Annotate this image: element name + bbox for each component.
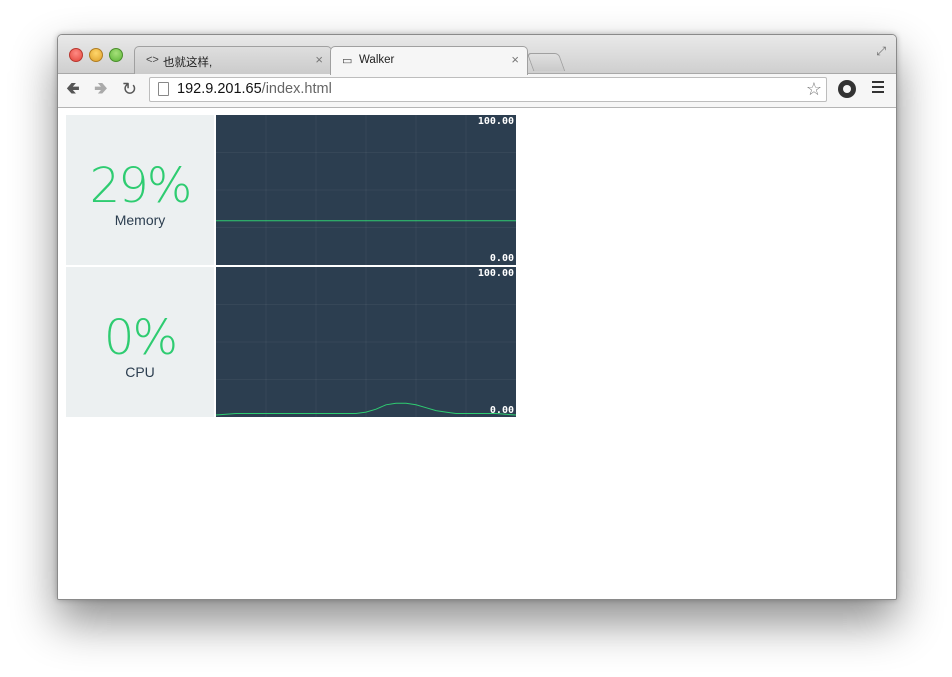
menu-icon[interactable] [872, 81, 884, 96]
page-content: 29% Memory 100.00 0.00 0% CPU 100.00 0.0… [58, 108, 896, 599]
cpu-stat-box: 0% CPU [66, 267, 214, 417]
cpu-panel: 0% CPU 100.00 0.00 [66, 267, 516, 417]
cpu-label: CPU [125, 364, 155, 380]
tab-title: Walker [359, 54, 395, 66]
cpu-graph: 100.00 0.00 [216, 267, 516, 417]
reload-icon[interactable]: ↻ [122, 79, 137, 99]
page-icon: ▭ [342, 55, 353, 67]
memory-panel: 29% Memory 100.00 0.00 [66, 115, 516, 265]
tab-2[interactable]: ▭ Walker × [330, 46, 528, 75]
code-icon: <> [146, 54, 159, 66]
minimize-window-button[interactable] [89, 48, 103, 62]
cpu-ymax-label: 100.00 [477, 268, 514, 279]
memory-value: 29% [89, 158, 193, 214]
address-bar[interactable]: 192.9.201.65/index.html ☆ [149, 77, 827, 102]
tab-1[interactable]: <> 也就这样, × [134, 46, 332, 74]
memory-graph: 100.00 0.00 [216, 115, 516, 265]
title-bar: <> 也就这样, × ▭ Walker × ⤢ [58, 35, 896, 75]
tab-close-icon[interactable]: × [315, 52, 323, 67]
back-icon[interactable]: 🢀 [66, 79, 80, 99]
cpu-value: 0% [103, 310, 178, 366]
new-tab-button[interactable] [526, 53, 566, 71]
close-window-button[interactable] [69, 48, 83, 62]
tab-title: 也就这样, [163, 57, 213, 69]
page-icon [158, 82, 169, 96]
memory-ymin-label: 0.00 [489, 253, 514, 264]
bookmark-star-icon[interactable]: ☆ [806, 79, 822, 100]
url-text[interactable]: 192.9.201.65/index.html [177, 81, 332, 97]
memory-label: Memory [114, 212, 166, 228]
tab-close-icon[interactable]: × [511, 52, 519, 67]
browser-window: <> 也就这样, × ▭ Walker × ⤢ 🢀 🢂 ↻ 192.9.201.… [57, 34, 897, 600]
settings-gear-icon[interactable] [838, 80, 856, 98]
forward-icon[interactable]: 🢂 [94, 79, 108, 99]
cpu-ymin-label: 0.00 [489, 405, 514, 416]
zoom-window-button[interactable] [109, 48, 123, 62]
fullscreen-icon[interactable]: ⤢ [876, 44, 886, 59]
toolbar: 🢀 🢂 ↻ 192.9.201.65/index.html ☆ [58, 74, 896, 108]
cpu-chart [216, 267, 516, 417]
memory-chart [216, 115, 516, 265]
memory-stat-box: 29% Memory [66, 115, 214, 265]
memory-ymax-label: 100.00 [477, 116, 514, 127]
